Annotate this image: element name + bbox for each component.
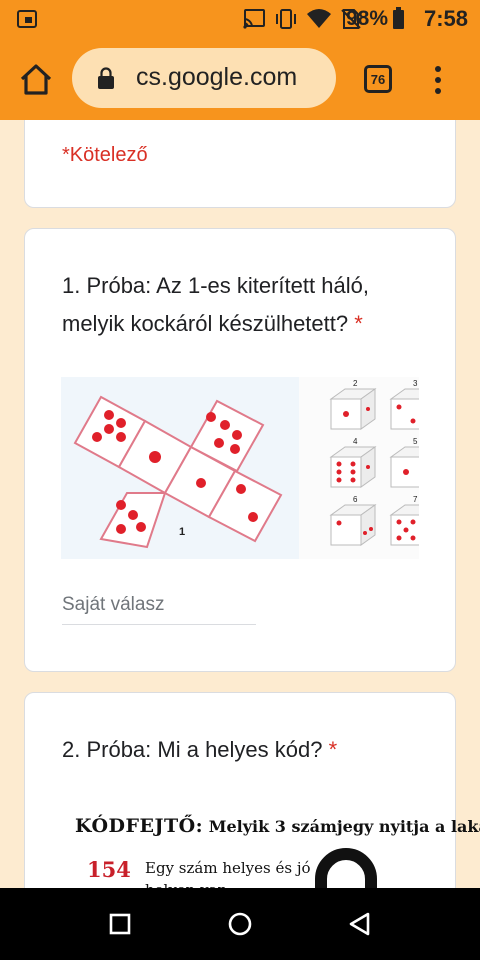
- clue-number: 154: [87, 857, 131, 882]
- status-icons: [242, 7, 362, 31]
- padlock-icon: [315, 848, 377, 888]
- code-puzzle-figure: KÓDFEJTŐ: Melyik 3 számjegy nyitja a lak…: [73, 811, 480, 888]
- required-star: *: [328, 737, 338, 762]
- die-label-7: 7: [413, 495, 418, 504]
- url-text[interactable]: cs.google.com: [136, 63, 297, 92]
- battery-percent: 98%: [345, 7, 388, 30]
- puzzle-heading-rest: Melyik 3 számjegy nyitja a lakatot?: [208, 817, 480, 836]
- clue-text: Egy szám helyes és jó helyen van.: [145, 859, 311, 888]
- die-label-4: 4: [353, 437, 358, 446]
- answer-input[interactable]: [62, 585, 256, 625]
- clock: 7:58: [423, 6, 468, 31]
- system-navigation-bar: [0, 888, 480, 960]
- question-card-1: 1. Próba: Az 1-es kiterített háló, melyi…: [24, 228, 456, 672]
- lock-icon: [98, 67, 114, 89]
- question-card-2: 2. Próba: Mi a helyes kód? * KÓDFEJTŐ: M…: [24, 692, 480, 888]
- cube-net-figure: 1 2 3 4 5 6 7: [61, 377, 419, 559]
- die-label-5: 5: [413, 437, 418, 446]
- recents-icon[interactable]: [106, 910, 134, 938]
- die-label-2: 2: [353, 379, 358, 388]
- url-bar[interactable]: cs.google.com: [72, 48, 336, 108]
- home-nav-icon[interactable]: [226, 910, 254, 938]
- puzzle-heading: KÓDFEJTŐ: Melyik 3 számjegy nyitja a lak…: [75, 815, 480, 837]
- screenshot-notification-icon: [17, 10, 37, 28]
- back-icon[interactable]: [346, 910, 374, 938]
- die-label-6: 6: [353, 495, 358, 504]
- required-star: *: [354, 311, 363, 336]
- wifi-icon: [307, 9, 331, 28]
- required-info-card: *Kötelező: [24, 120, 456, 208]
- puzzle-heading-bold: KÓDFEJTŐ:: [75, 815, 204, 837]
- die-label-3: 3: [413, 379, 418, 388]
- question-title: 1. Próba: Az 1-es kiterített háló, melyi…: [62, 267, 422, 343]
- vibrate-icon: [276, 9, 296, 29]
- cast-icon: [243, 9, 265, 29]
- battery-icon: [393, 7, 404, 29]
- dice-options: 2 3 4 5 6 7: [329, 379, 419, 546]
- browser-toolbar: cs.google.com 76: [0, 38, 480, 120]
- question-title-text: 1. Próba: Az 1-es kiterített háló, melyi…: [62, 273, 369, 336]
- tab-switcher-button[interactable]: 76: [364, 65, 392, 93]
- required-note: *Kötelező: [62, 144, 148, 166]
- page-content: *Kötelező 1. Próba: Az 1-es kiterített h…: [0, 120, 480, 888]
- more-options-icon[interactable]: [428, 64, 448, 96]
- home-icon[interactable]: [18, 62, 54, 98]
- question-title-text: 2. Próba: Mi a helyes kód?: [62, 737, 323, 762]
- status-bar: 98% 7:58: [0, 0, 480, 38]
- question-title: 2. Próba: Mi a helyes kód? *: [62, 731, 422, 769]
- net-label: 1: [179, 526, 185, 538]
